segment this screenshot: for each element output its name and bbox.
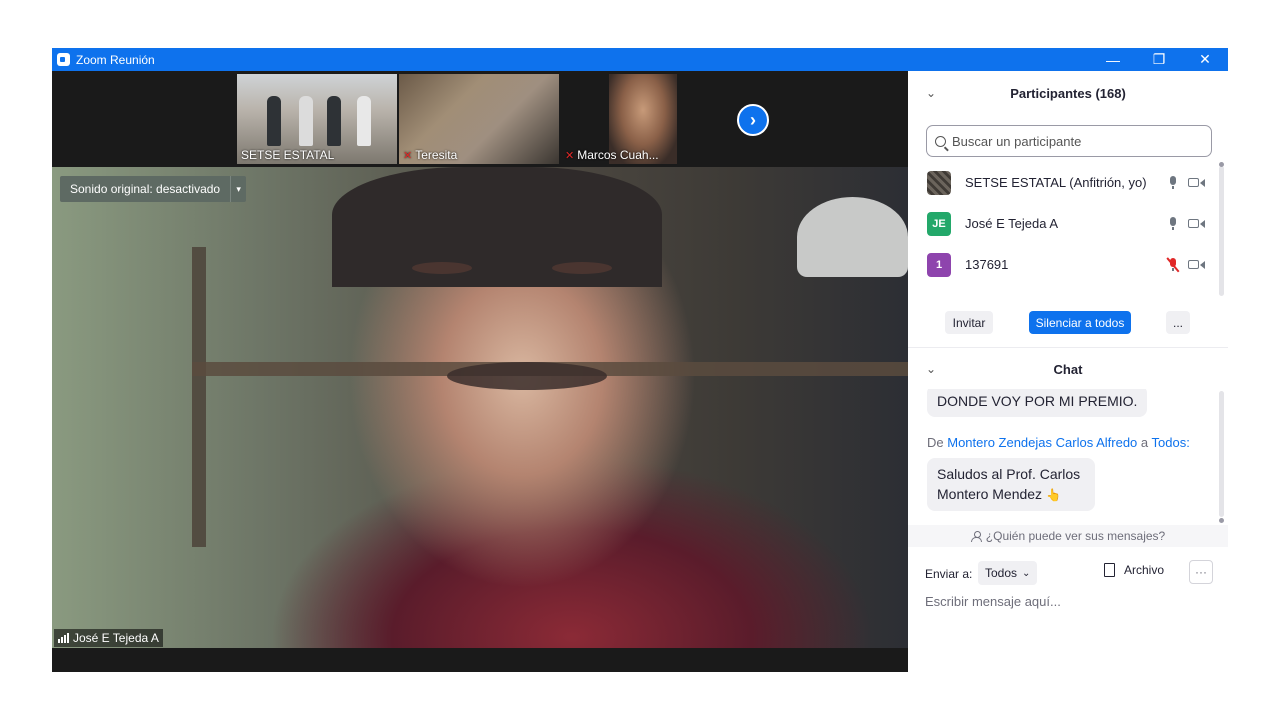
speaker-hair [332, 167, 662, 287]
collapse-chevron-icon[interactable]: ⌄ [926, 86, 936, 100]
video-thumbnail[interactable]: ✕ Teresita [399, 74, 559, 164]
participants-header: ⌄ Participantes (168) [908, 73, 1228, 113]
collapse-chevron-icon[interactable]: ⌄ [926, 362, 936, 376]
chat-more-button[interactable]: ··· [1189, 560, 1213, 584]
panel-divider [908, 347, 1228, 348]
speaker-mustache [447, 362, 607, 390]
thumbnail-name: Marcos Cuah... [577, 148, 659, 162]
maximize-button[interactable]: ❐ [1136, 48, 1182, 71]
mic-muted-icon: ✕ [403, 149, 413, 162]
search-icon [935, 135, 946, 147]
participant-row[interactable]: 1 137691 [908, 244, 1220, 285]
participant-list-scrollbar[interactable] [1219, 162, 1224, 296]
person-figure [357, 96, 371, 146]
video-thumbnail[interactable]: SETSE ESTATAL [237, 74, 397, 164]
sender-name[interactable]: Montero Zendejas Carlos Alfredo [947, 435, 1137, 450]
chat-message-header: De Montero Zendejas Carlos Alfredo a Tod… [927, 435, 1190, 450]
video-bottom-strip [52, 648, 908, 672]
chat-message: Saludos al Prof. Carlos Montero Mendez 👆 [927, 458, 1095, 511]
participant-search[interactable]: Buscar un participante [926, 125, 1212, 157]
who-can-see-link[interactable]: ¿Quién puede ver sus mensajes? [908, 525, 1228, 547]
file-icon [1104, 563, 1115, 577]
search-placeholder: Buscar un participante [952, 133, 1082, 149]
camera-icon[interactable] [1188, 217, 1205, 231]
window-title: Zoom Reunión [76, 52, 155, 67]
original-sound-dropdown-icon[interactable]: ▾ [230, 176, 247, 202]
avatar: JE [927, 211, 951, 236]
camera-icon[interactable] [1188, 176, 1205, 190]
avatar: 1 [927, 252, 951, 277]
zoom-app-icon [57, 53, 70, 66]
chat-header: ⌄ Chat [908, 349, 1228, 389]
speaker-eye [552, 262, 612, 274]
microphone-icon[interactable] [1166, 175, 1180, 190]
thumbnail-name: Teresita [415, 148, 458, 162]
invite-button[interactable]: Invitar [945, 311, 993, 334]
active-speaker-video: José E Tejeda A [52, 167, 908, 648]
person-figure [267, 96, 281, 146]
participant-name: 137691 [965, 257, 1009, 272]
chat-message-list: DONDE VOY POR MI PREMIO. De Montero Zend… [908, 389, 1220, 523]
thumbnail-label: ✕ Marcos Cuah... [565, 148, 659, 162]
video-area: SETSE ESTATAL ✕ Teresita ✕ Marcos Cuah..… [52, 71, 908, 672]
original-sound-control: Sonido original: desactivado ▾ [60, 176, 247, 202]
side-panel: ⌄ Participantes (168) Buscar un particip… [908, 71, 1228, 672]
avatar [927, 293, 951, 294]
to-prefix: a [1137, 435, 1152, 450]
thumbnail-name: SETSE ESTATAL [241, 148, 335, 162]
speaker-eye [412, 262, 472, 274]
active-speaker-label: José E Tejeda A [54, 629, 163, 647]
person-figure [327, 96, 341, 146]
mic-muted-icon: ✕ [565, 149, 575, 162]
title-bar: Zoom Reunión — ❐ ✕ [52, 48, 1228, 71]
chat-title: Chat [1053, 361, 1083, 377]
next-page-arrow-icon[interactable]: › [737, 104, 769, 136]
message-line: Montero Mendez [937, 486, 1043, 502]
zoom-window: Zoom Reunión — ❐ ✕ SETSE ESTATAL ✕ Teres… [52, 48, 1228, 672]
camera-icon[interactable] [1188, 258, 1205, 272]
signal-strength-icon [58, 633, 69, 643]
person-icon [970, 530, 982, 542]
participants-more-button[interactable]: ... [1166, 311, 1190, 334]
background-cap [797, 197, 908, 277]
recipient-name[interactable]: Todos: [1152, 435, 1190, 450]
avatar [927, 170, 951, 195]
minimize-button[interactable]: — [1090, 48, 1136, 71]
send-to-dropdown[interactable]: Todos ⌄ [978, 561, 1038, 585]
video-thumbnail[interactable]: ✕ Marcos Cuah... [561, 74, 721, 164]
gallery-strip: SETSE ESTATAL ✕ Teresita ✕ Marcos Cuah..… [52, 71, 908, 167]
file-label: Archivo [1124, 563, 1165, 577]
chat-message-input[interactable] [925, 590, 1215, 612]
thumbnail-label: ✕ Teresita [403, 148, 457, 162]
participant-row[interactable] [908, 285, 1220, 294]
microphone-muted-icon[interactable] [1166, 257, 1180, 272]
person-figure [299, 96, 313, 146]
thumbnail-label: SETSE ESTATAL [241, 148, 334, 162]
mute-all-button[interactable]: Silenciar a todos [1029, 311, 1131, 334]
original-sound-button[interactable]: Sonido original: desactivado [60, 176, 231, 202]
close-button[interactable]: ✕ [1182, 48, 1228, 71]
active-speaker-name: José E Tejeda A [73, 631, 159, 645]
background-shelf [192, 247, 206, 547]
chat-scrollbar[interactable] [1219, 391, 1224, 523]
file-button[interactable]: Archivo [1104, 563, 1164, 577]
participant-row[interactable]: JE José E Tejeda A [908, 203, 1220, 244]
pointing-up-emoji-icon: 👆 [1045, 488, 1061, 502]
message-line: Saludos al Prof. Carlos [937, 466, 1081, 482]
participants-title: Participantes (168) [1010, 85, 1126, 101]
microphone-icon[interactable] [1166, 216, 1180, 231]
participant-list: SETSE ESTATAL (Anfitrión, yo) JE José E … [908, 162, 1220, 294]
participant-row[interactable]: SETSE ESTATAL (Anfitrión, yo) [908, 162, 1220, 203]
who-can-see-text: ¿Quién puede ver sus mensajes? [985, 529, 1166, 543]
send-to-label: Enviar a: [925, 567, 973, 581]
chat-message: DONDE VOY POR MI PREMIO. [927, 389, 1148, 417]
chevron-down-icon: ⌄ [1022, 567, 1031, 579]
participant-name: SETSE ESTATAL (Anfitrión, yo) [965, 175, 1147, 190]
send-to-value: Todos [985, 566, 1018, 580]
from-prefix: De [927, 435, 948, 450]
participant-name: José E Tejeda A [965, 216, 1058, 231]
